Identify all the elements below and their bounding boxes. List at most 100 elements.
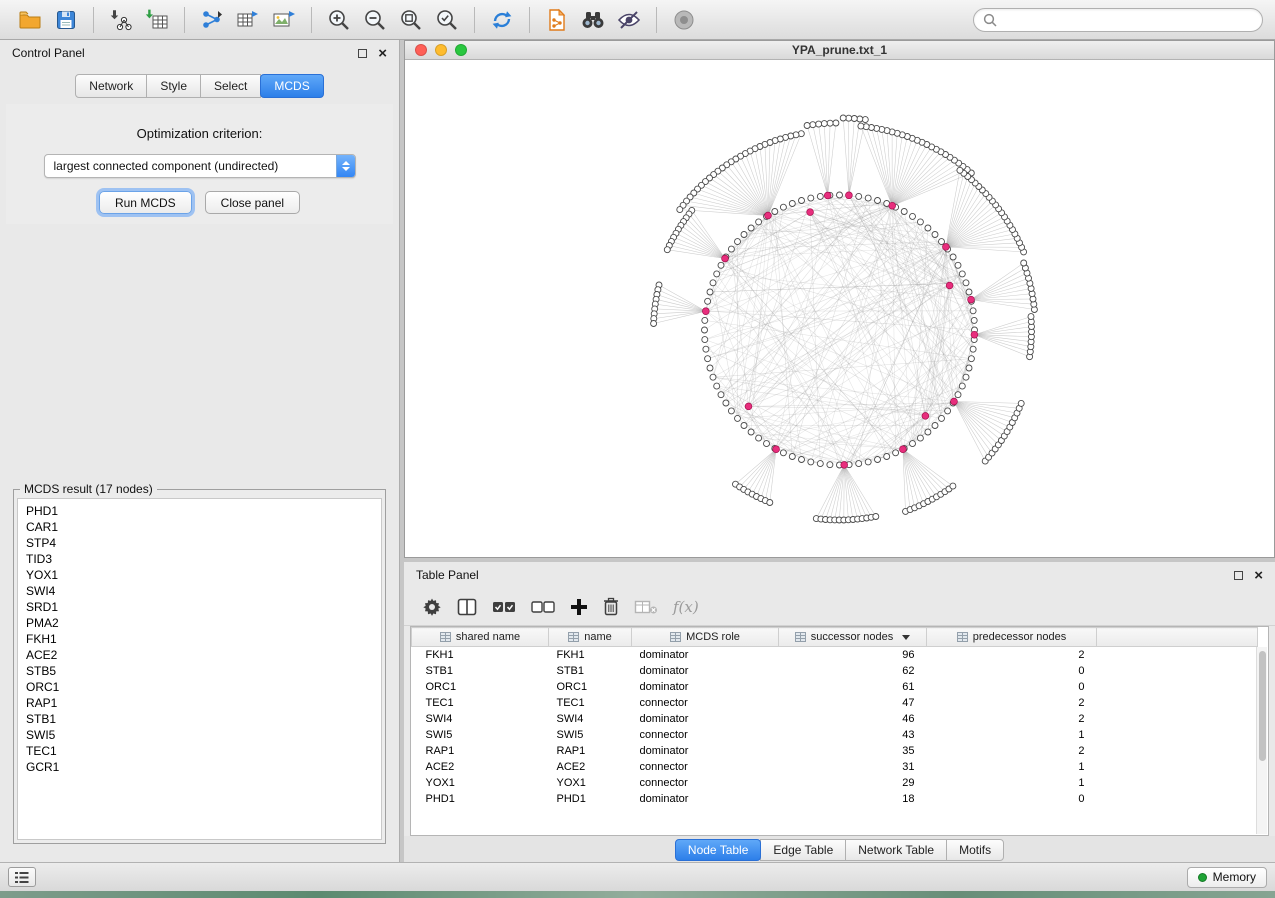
cell-predecessors[interactable]: 0	[927, 791, 1097, 807]
hide-selected-button[interactable]	[611, 4, 647, 36]
memory-button[interactable]: Memory	[1187, 867, 1267, 888]
table-row-SWI5[interactable]: SWI5SWI5connector431	[412, 727, 1258, 743]
network-canvas[interactable]	[405, 60, 1274, 557]
close-panel-icon[interactable]: ×	[1254, 568, 1263, 583]
cell-role[interactable]: dominator	[632, 647, 779, 663]
cell-shared_name[interactable]: PHD1	[412, 791, 549, 807]
table-row-TEC1[interactable]: TEC1TEC1connector472	[412, 695, 1258, 711]
zoom-out-button[interactable]	[357, 4, 393, 36]
mcds-result-item[interactable]: FKH1	[26, 631, 381, 647]
network-visualization[interactable]	[405, 60, 1274, 557]
tab-select[interactable]: Select	[200, 74, 261, 98]
open-file-button[interactable]	[12, 4, 48, 36]
table-row-SWI4[interactable]: SWI4SWI4dominator462	[412, 711, 1258, 727]
save-session-button[interactable]	[48, 4, 84, 36]
cell-shared_name[interactable]: ACE2	[412, 759, 549, 775]
float-panel-icon[interactable]	[358, 49, 367, 58]
select-all-columns-button[interactable]	[492, 594, 516, 620]
export-image-button[interactable]	[266, 4, 302, 36]
cell-successors[interactable]: 46	[779, 711, 927, 727]
show-disabled-button[interactable]	[666, 4, 702, 36]
import-network-button[interactable]	[103, 4, 139, 36]
table-row-FKH1[interactable]: FKH1FKH1dominator962	[412, 647, 1258, 663]
cell-shared_name[interactable]: STB1	[412, 663, 549, 679]
maximize-window-icon[interactable]	[455, 44, 467, 56]
cell-name[interactable]: ORC1	[549, 679, 632, 695]
table-row-PHD1[interactable]: PHD1PHD1dominator180	[412, 791, 1258, 807]
table-row-RAP1[interactable]: RAP1RAP1dominator352	[412, 743, 1258, 759]
cell-predecessors[interactable]: 2	[927, 743, 1097, 759]
search-input[interactable]	[1003, 13, 1253, 27]
cell-successors[interactable]: 62	[779, 663, 927, 679]
cell-role[interactable]: connector	[632, 759, 779, 775]
mcds-result-item[interactable]: TEC1	[26, 743, 381, 759]
cell-role[interactable]: connector	[632, 727, 779, 743]
mcds-result-item[interactable]: STB5	[26, 663, 381, 679]
cell-role[interactable]: connector	[632, 775, 779, 791]
cell-name[interactable]: PHD1	[549, 791, 632, 807]
cell-successors[interactable]: 31	[779, 759, 927, 775]
table-row-ORC1[interactable]: ORC1ORC1dominator610	[412, 679, 1258, 695]
tab-network[interactable]: Network	[75, 74, 147, 98]
column-header-MCDS-role[interactable]: MCDS role	[632, 628, 779, 647]
column-header-name[interactable]: name	[549, 628, 632, 647]
table-row-YOX1[interactable]: YOX1YOX1connector291	[412, 775, 1258, 791]
cell-successors[interactable]: 96	[779, 647, 927, 663]
tab-motifs[interactable]: Motifs	[946, 839, 1004, 861]
float-panel-icon[interactable]	[1234, 571, 1243, 580]
tab-network-table[interactable]: Network Table	[845, 839, 947, 861]
mcds-result-item[interactable]: YOX1	[26, 567, 381, 583]
table-row-ACE2[interactable]: ACE2ACE2connector311	[412, 759, 1258, 775]
mcds-result-item[interactable]: STP4	[26, 535, 381, 551]
cell-shared_name[interactable]: SWI4	[412, 711, 549, 727]
cell-shared_name[interactable]: RAP1	[412, 743, 549, 759]
cell-predecessors[interactable]: 0	[927, 679, 1097, 695]
mcds-result-item[interactable]: PMA2	[26, 615, 381, 631]
tab-edge-table[interactable]: Edge Table	[760, 839, 846, 861]
search-network-button[interactable]	[575, 4, 611, 36]
tab-style[interactable]: Style	[146, 74, 201, 98]
close-window-icon[interactable]	[415, 44, 427, 56]
cell-name[interactable]: TEC1	[549, 695, 632, 711]
close-panel-icon[interactable]: ×	[378, 46, 387, 61]
cell-successors[interactable]: 43	[779, 727, 927, 743]
cell-predecessors[interactable]: 2	[927, 647, 1097, 663]
mcds-result-item[interactable]: ORC1	[26, 679, 381, 695]
export-table-button[interactable]	[230, 4, 266, 36]
zoom-in-button[interactable]	[321, 4, 357, 36]
cell-shared_name[interactable]: SWI5	[412, 727, 549, 743]
optimization-criterion-dropdown[interactable]: largest connected component (undirected)	[44, 154, 356, 178]
cell-successors[interactable]: 29	[779, 775, 927, 791]
run-mcds-button[interactable]: Run MCDS	[99, 191, 192, 214]
mcds-result-item[interactable]: SWI4	[26, 583, 381, 599]
column-header-successor-nodes[interactable]: successor nodes	[779, 628, 927, 647]
cell-role[interactable]: dominator	[632, 791, 779, 807]
zoom-fit-button[interactable]	[393, 4, 429, 36]
cell-name[interactable]: RAP1	[549, 743, 632, 759]
cell-name[interactable]: FKH1	[549, 647, 632, 663]
table-row-STB1[interactable]: STB1STB1dominator620	[412, 663, 1258, 679]
tab-mcds[interactable]: MCDS	[260, 74, 323, 98]
cell-shared_name[interactable]: ORC1	[412, 679, 549, 695]
create-column-button[interactable]	[570, 594, 588, 620]
mcds-result-item[interactable]: STB1	[26, 711, 381, 727]
cell-successors[interactable]: 61	[779, 679, 927, 695]
mcds-result-item[interactable]: GCR1	[26, 759, 381, 775]
mcds-result-item[interactable]: CAR1	[26, 519, 381, 535]
show-columns-button[interactable]	[457, 594, 477, 620]
cell-name[interactable]: YOX1	[549, 775, 632, 791]
cell-name[interactable]: STB1	[549, 663, 632, 679]
cell-role[interactable]: dominator	[632, 743, 779, 759]
cell-successors[interactable]: 47	[779, 695, 927, 711]
cell-predecessors[interactable]: 1	[927, 727, 1097, 743]
close-panel-button[interactable]: Close panel	[205, 191, 300, 214]
scrollbar-thumb[interactable]	[1259, 651, 1266, 761]
column-header-predecessor-nodes[interactable]: predecessor nodes	[927, 628, 1097, 647]
export-network-button[interactable]	[194, 4, 230, 36]
mcds-result-item[interactable]: SRD1	[26, 599, 381, 615]
mcds-result-item[interactable]: PHD1	[26, 503, 381, 519]
minimize-window-icon[interactable]	[435, 44, 447, 56]
cell-role[interactable]: connector	[632, 695, 779, 711]
table-scrollbar[interactable]	[1256, 647, 1267, 834]
cell-predecessors[interactable]: 2	[927, 695, 1097, 711]
